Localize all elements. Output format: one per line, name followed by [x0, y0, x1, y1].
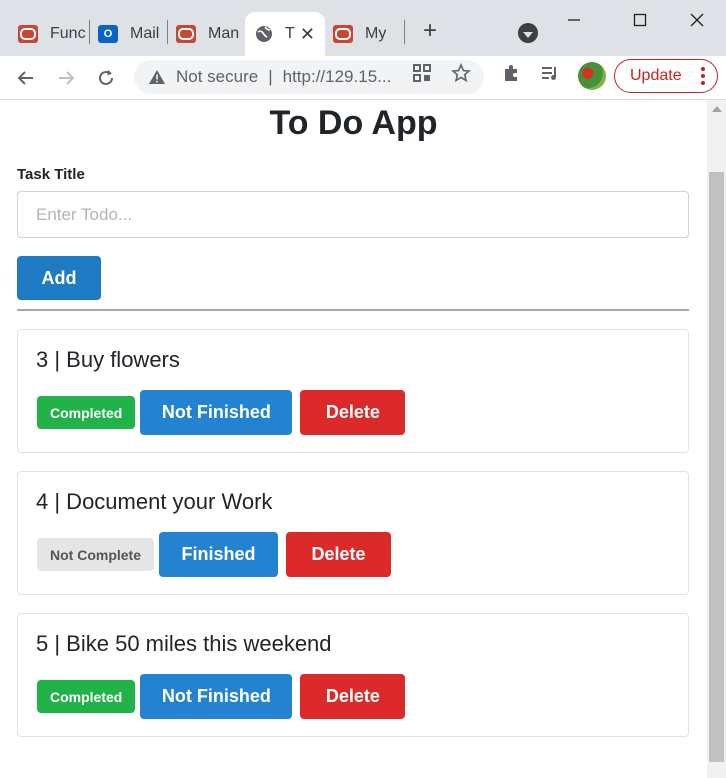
globe-icon [255, 25, 273, 43]
tab-todo-active[interactable]: T ✕ [245, 12, 325, 56]
finished-button[interactable]: Finished [159, 532, 278, 577]
status-badge: Completed [37, 396, 136, 429]
warning-icon[interactable] [148, 68, 166, 86]
page-title: To Do App [269, 104, 438, 142]
forward-icon[interactable] [52, 64, 80, 92]
divider [17, 309, 689, 311]
tab-label: Man [208, 25, 240, 42]
todo-actions: Completed Not Finished Delete [37, 390, 413, 435]
tab-search-icon[interactable] [518, 23, 538, 43]
address-separator: | [268, 67, 273, 86]
menu-dots-icon[interactable] [701, 67, 705, 85]
tab-mail[interactable]: O Mail [88, 12, 166, 56]
close-tab-icon[interactable]: ✕ [300, 24, 315, 45]
todo-card: 4 | Document your Work Not Complete Fini… [17, 471, 689, 595]
task-title-label: Task Title [17, 166, 85, 183]
tab-label: Mail [130, 25, 160, 42]
outlook-icon: O [98, 25, 118, 43]
back-icon[interactable] [12, 64, 40, 92]
not-finished-button[interactable]: Not Finished [140, 390, 293, 435]
bookmark-star-icon[interactable] [450, 62, 472, 84]
delete-button[interactable]: Delete [286, 532, 391, 577]
oracle-icon [18, 25, 38, 43]
tab-man[interactable]: Man [166, 12, 244, 56]
oracle-icon [333, 25, 353, 43]
tab-label: My [365, 25, 387, 42]
todo-list: 3 | Buy flowers Completed Not Finished D… [17, 329, 689, 755]
todo-input[interactable] [17, 191, 689, 238]
security-label: Not secure [176, 67, 259, 86]
qr-code-icon[interactable] [411, 62, 433, 84]
todo-actions: Not Complete Finished Delete [37, 532, 399, 577]
new-tab-icon[interactable]: + [418, 19, 442, 44]
tab-strip: Func O Mail Man T ✕ My + [0, 0, 726, 56]
profile-avatar[interactable] [578, 62, 606, 90]
todo-actions: Completed Not Finished Delete [37, 674, 413, 719]
todo-title: 5 | Bike 50 miles this weekend [36, 631, 332, 656]
delete-button[interactable]: Delete [300, 674, 406, 719]
todo-title: 3 | Buy flowers [36, 347, 180, 372]
todo-card: 3 | Buy flowers Completed Not Finished D… [17, 329, 689, 453]
add-button[interactable]: Add [17, 256, 101, 300]
update-label: Update [630, 67, 682, 84]
not-finished-button[interactable]: Not Finished [140, 674, 293, 719]
tab-separator [404, 20, 405, 44]
tab-my[interactable]: My [323, 12, 403, 56]
status-badge: Not Complete [37, 538, 154, 571]
status-badge: Completed [37, 680, 136, 713]
scroll-up-arrow-icon[interactable] [707, 100, 726, 117]
close-window-icon[interactable] [677, 8, 717, 32]
media-control-icon[interactable] [539, 62, 561, 84]
url-text: http://129.15... [282, 67, 392, 86]
tab-func[interactable]: Func [8, 12, 88, 56]
minimize-icon[interactable] [554, 8, 594, 32]
todo-title: 4 | Document your Work [36, 489, 273, 514]
page-content: To Do App Task Title Add 3 | Buy flowers… [0, 100, 707, 778]
delete-button[interactable]: Delete [300, 390, 406, 435]
reload-icon[interactable] [92, 64, 120, 92]
extensions-icon[interactable] [500, 62, 522, 84]
tab-label: Func [50, 25, 86, 42]
tab-label: T [285, 25, 295, 42]
update-button[interactable]: Update [614, 59, 718, 93]
todo-card: 5 | Bike 50 miles this weekend Completed… [17, 613, 689, 737]
scrollbar-thumb[interactable] [709, 172, 724, 762]
maximize-icon[interactable] [620, 8, 660, 32]
oracle-icon [176, 25, 196, 43]
